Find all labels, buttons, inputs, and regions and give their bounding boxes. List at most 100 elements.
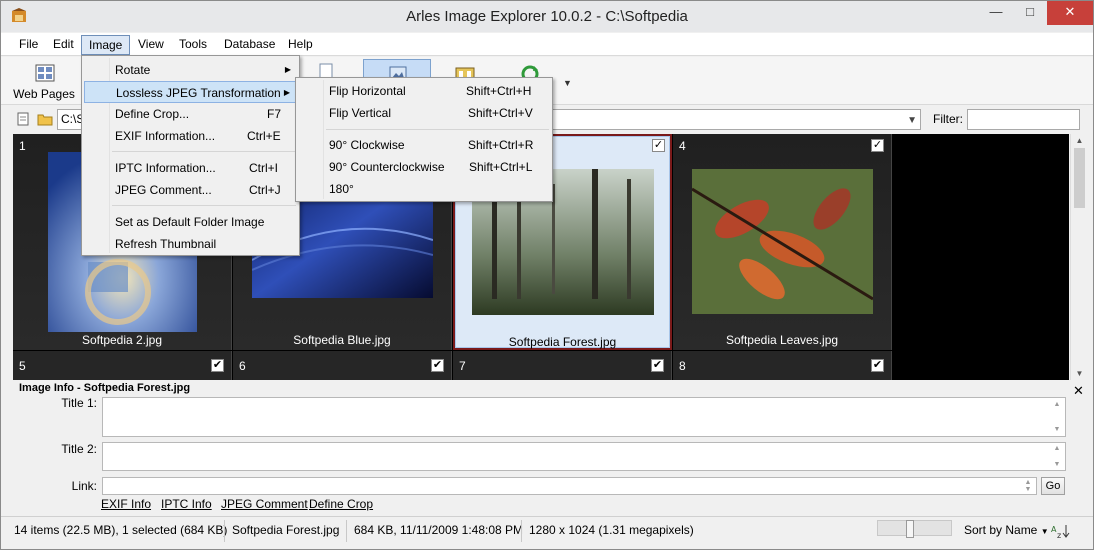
menu-separator [112, 205, 296, 206]
title2-label: Title 2: [61, 442, 97, 456]
thumbnail-cell-5[interactable]: 5 ✔ [13, 351, 232, 380]
menu-file[interactable]: File [12, 35, 45, 55]
menu-shortcut: F7 [267, 107, 282, 121]
menu-set-default-label: Set as Default Folder Image [115, 215, 265, 229]
menu-iptc-info[interactable]: IPTC Information... Ctrl+I [84, 157, 297, 179]
thumbnail-cell-4[interactable]: 4 ✓ Softpedia Leaves.jpg [673, 134, 892, 350]
menu-exif-info-label: EXIF Information... [115, 129, 216, 143]
sort-icon[interactable]: A z [1051, 523, 1071, 539]
image-info-title: Image Info - Softpedia Forest.jpg [19, 382, 191, 394]
title2-scrollbar[interactable]: ▲ ▼ [1050, 444, 1064, 469]
title-bar[interactable]: Arles Image Explorer 10.0.2 - C:\Softped… [1, 1, 1093, 32]
zoom-slider-knob[interactable] [906, 520, 914, 538]
menu-iptc-info-label: IPTC Information... [115, 161, 216, 175]
menu-shortcut: Shift+Ctrl+V [468, 106, 533, 120]
title1-field[interactable]: ▲ ▼ [102, 397, 1066, 437]
thumbnail-checkbox-icon[interactable]: ✔ [651, 359, 664, 372]
filter-input[interactable] [967, 109, 1080, 130]
thumbnail-number: 1 [19, 139, 26, 153]
menu-separator [326, 129, 549, 130]
menu-shortcut: Shift+Ctrl+H [466, 84, 532, 98]
menu-set-default-folder-image[interactable]: Set as Default Folder Image [84, 211, 297, 233]
menu-refresh-thumbnail[interactable]: Refresh Thumbnail [84, 233, 297, 255]
thumbnail-checkbox-icon[interactable]: ✓ [652, 139, 665, 152]
menu-jpeg-comment[interactable]: JPEG Comment... Ctrl+J [84, 179, 297, 201]
menu-flip-horizontal[interactable]: Flip Horizontal Shift+Ctrl+H [298, 80, 550, 102]
menu-bar: File Edit Image View Tools Database Help [1, 33, 1093, 56]
scroll-down-icon[interactable]: ▼ [1050, 426, 1064, 433]
filter-label: Filter: [933, 112, 963, 126]
grid-scrollbar[interactable]: ▲ ▼ [1070, 134, 1087, 380]
menu-rotate-180-label: 180° [329, 182, 354, 196]
link-field[interactable]: ▲ ▼ [102, 477, 1037, 495]
title2-field[interactable]: ▲ ▼ [102, 442, 1066, 471]
menu-database[interactable]: Database [217, 35, 282, 55]
menu-rotate-90-ccw[interactable]: 90° Counterclockwise Shift+Ctrl+L [298, 156, 550, 178]
menu-rotate-90-cw[interactable]: 90° Clockwise Shift+Ctrl+R [298, 134, 550, 156]
exif-info-link[interactable]: EXIF Info [101, 497, 151, 511]
thumbnail-cell-7[interactable]: 7 ✔ [453, 351, 672, 380]
menu-tools[interactable]: Tools [172, 35, 214, 55]
thumbnail-number: 6 [239, 359, 246, 373]
lossless-jpeg-submenu: Flip Horizontal Shift+Ctrl+H Flip Vertic… [295, 77, 553, 202]
status-dimensions: 1280 x 1024 (1.31 megapixels) [529, 523, 694, 537]
status-bar: 14 items (22.5 MB), 1 selected (684 KB) … [1, 516, 1093, 549]
menu-flip-vertical[interactable]: Flip Vertical Shift+Ctrl+V [298, 102, 550, 124]
link-label: Link: [71, 479, 97, 493]
scroll-down-icon[interactable]: ▼ [1050, 461, 1064, 468]
path-dropdown-icon[interactable]: ▼ [907, 113, 917, 128]
thumbnail-checkbox-icon[interactable]: ✓ [871, 139, 884, 152]
scroll-up-icon[interactable]: ▲ [1050, 401, 1064, 408]
main-window: Arles Image Explorer 10.0.2 - C:\Softped… [0, 0, 1094, 550]
jpeg-comment-link[interactable]: JPEG Comment [221, 497, 308, 511]
thumbnail-number: 7 [459, 359, 466, 373]
menu-shortcut: Ctrl+I [249, 161, 279, 175]
close-panel-icon[interactable]: ✕ [1073, 383, 1084, 399]
sort-dropdown-icon[interactable]: ▼ [1041, 527, 1049, 536]
scroll-up-icon[interactable]: ▲ [1050, 445, 1064, 452]
thumbnail-number: 4 [679, 139, 686, 153]
menu-shortcut: Ctrl+E [247, 129, 281, 143]
thumbnail-caption: Softpedia 2.jpg [81, 333, 163, 347]
maximize-button[interactable]: □ [1013, 1, 1047, 25]
sort-menu[interactable]: Sort by Name ▼ [964, 523, 1049, 537]
menu-image[interactable]: Image [81, 35, 131, 55]
toolbar-dropdown-arrow-icon[interactable]: ▼ [563, 78, 572, 88]
scroll-up-icon[interactable]: ▲ [1021, 479, 1035, 486]
menu-exif-info[interactable]: EXIF Information... Ctrl+E [84, 125, 297, 147]
menu-separator [112, 151, 296, 152]
link-scrollbar[interactable]: ▲ ▼ [1021, 479, 1035, 493]
thumbnail-image-4 [692, 169, 873, 314]
menu-rotate[interactable]: Rotate ▶ [84, 59, 297, 81]
menu-edit[interactable]: Edit [46, 35, 81, 55]
menu-shortcut: Shift+Ctrl+R [468, 138, 534, 152]
thumbnail-number: 8 [679, 359, 686, 373]
thumbnail-checkbox-icon[interactable]: ✔ [871, 359, 884, 372]
thumbnail-cell-8[interactable]: 8 ✔ [673, 351, 892, 380]
iptc-info-link[interactable]: IPTC Info [161, 497, 212, 511]
thumbnail-checkbox-icon[interactable]: ✔ [211, 359, 224, 372]
folder-icon[interactable] [37, 112, 53, 126]
zoom-slider[interactable] [877, 520, 952, 538]
submenu-arrow-icon: ▶ [284, 65, 291, 74]
go-button[interactable]: Go [1041, 477, 1065, 495]
thumbnail-cell-6[interactable]: 6 ✔ [233, 351, 452, 380]
thumbnail-checkbox-icon[interactable]: ✔ [431, 359, 444, 372]
scroll-down-icon[interactable]: ▼ [1071, 369, 1088, 378]
scroll-up-icon[interactable]: ▲ [1071, 136, 1088, 145]
web-pages-button[interactable]: Web Pages [9, 59, 79, 103]
menu-rotate-90-cw-label: 90° Clockwise [329, 138, 405, 152]
menu-rotate-180[interactable]: 180° [298, 178, 550, 200]
scroll-down-icon[interactable]: ▼ [1021, 486, 1035, 493]
menu-view[interactable]: View [131, 35, 171, 55]
status-separator [521, 520, 522, 542]
scroll-thumb[interactable] [1074, 148, 1085, 208]
page-icon [17, 112, 29, 126]
close-button[interactable]: ✕ [1047, 1, 1093, 25]
title1-scrollbar[interactable]: ▲ ▼ [1050, 399, 1064, 435]
define-crop-link[interactable]: Define Crop [309, 497, 373, 511]
menu-lossless-jpeg[interactable]: Lossless JPEG Transformation ▶ [84, 81, 297, 103]
minimize-button[interactable]: — [979, 1, 1013, 25]
menu-help[interactable]: Help [281, 35, 320, 55]
menu-define-crop[interactable]: Define Crop... F7 [84, 103, 297, 125]
